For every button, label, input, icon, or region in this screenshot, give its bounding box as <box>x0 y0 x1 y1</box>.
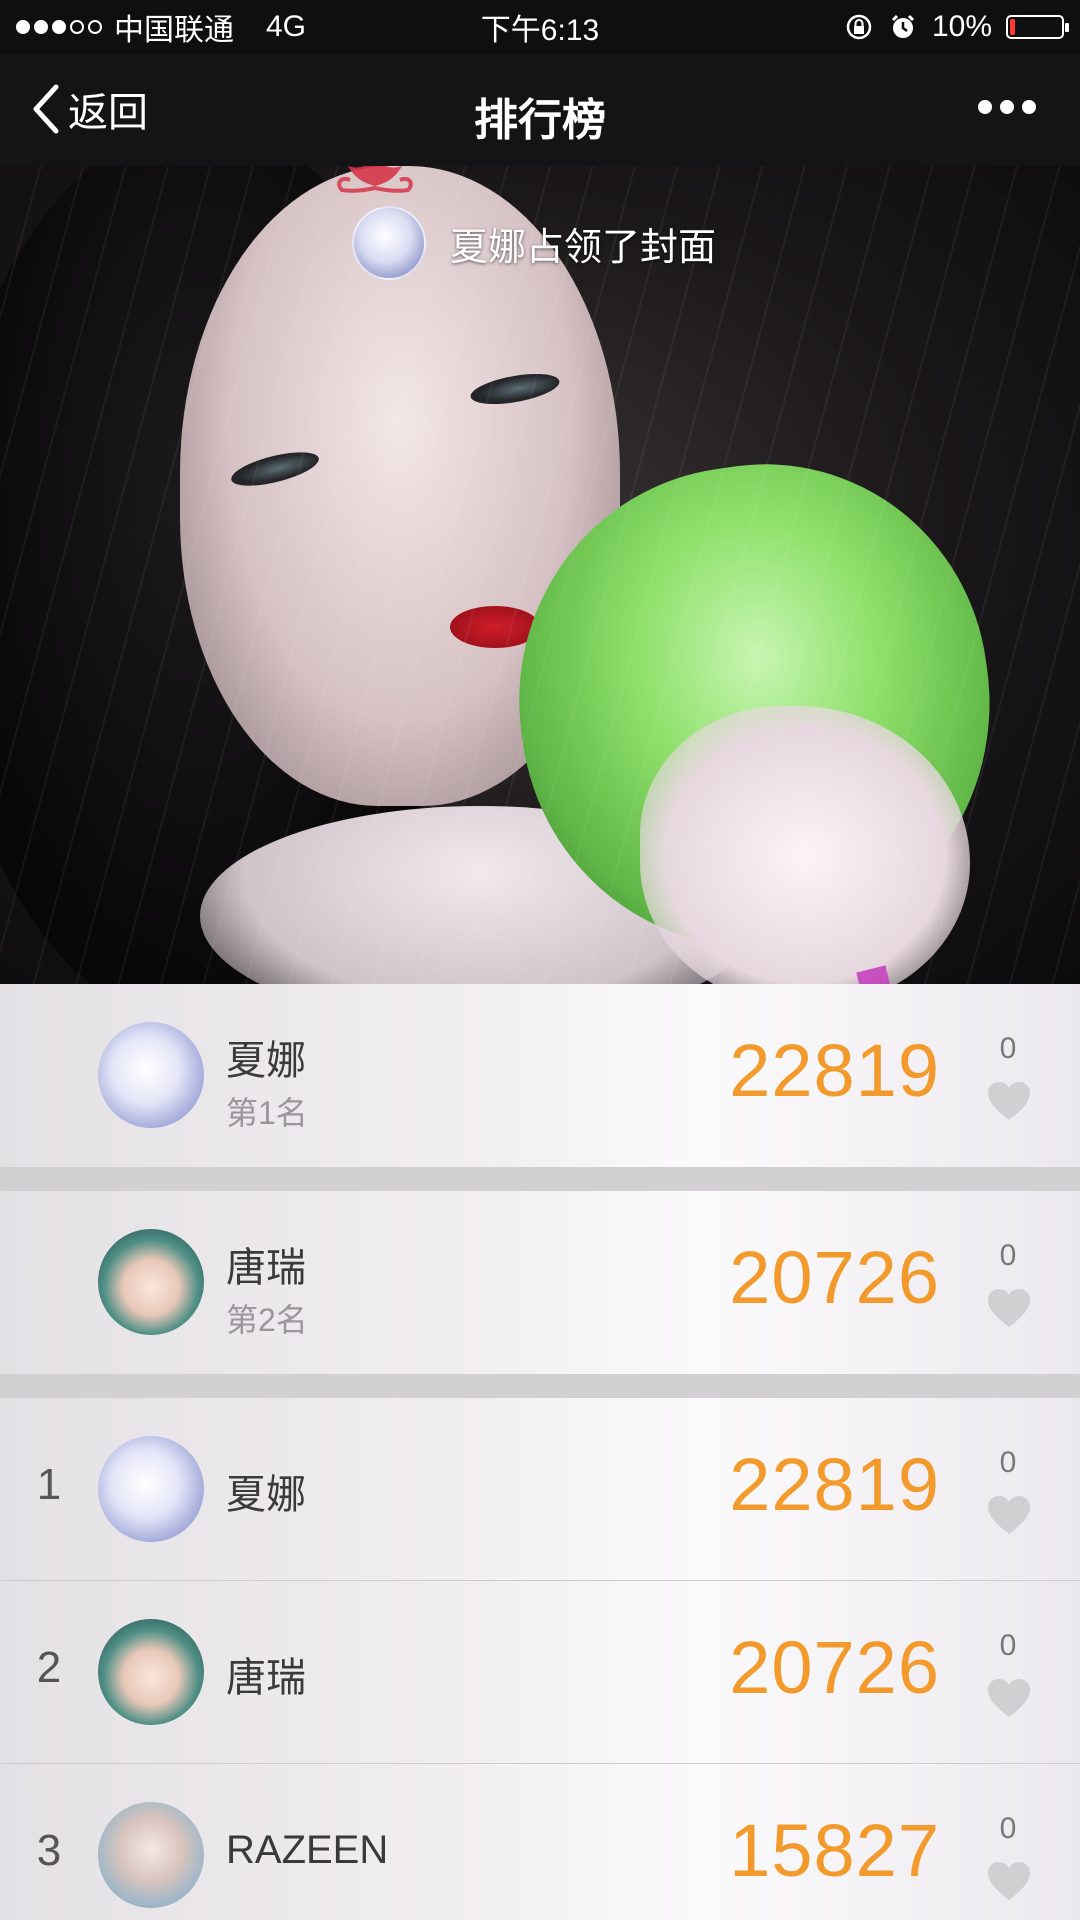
like-count: 0 <box>999 1032 1017 1065</box>
heart-icon[interactable] <box>986 1677 1032 1719</box>
like-count: 0 <box>999 1446 1017 1479</box>
cover-owner-text: 夏娜占领了封面 <box>450 226 717 269</box>
status-right: 10% <box>844 10 1069 44</box>
rank-number: 3 <box>36 1826 62 1875</box>
rank-list: 夏娜 第1名 22819 0 唐瑞 第2名 20726 0 1 夏娜 22819… <box>0 984 1080 1920</box>
section-divider <box>0 1167 1080 1191</box>
score: 20726 <box>729 1626 940 1709</box>
like-count: 0 <box>999 1239 1017 1272</box>
page-title: 排行榜 <box>474 96 606 145</box>
heart-icon[interactable] <box>986 1080 1032 1122</box>
more-button[interactable] <box>978 100 1036 114</box>
signal-icon <box>16 20 102 34</box>
crown-icon <box>337 166 413 193</box>
user-name: 夏娜 <box>226 1039 306 1083</box>
leaderboard-row[interactable]: 2 唐瑞 20726 0 <box>0 1581 1080 1764</box>
more-dot <box>1022 100 1036 114</box>
more-dot <box>1000 100 1014 114</box>
heart-icon[interactable] <box>986 1287 1032 1329</box>
user-name: RAZEEN <box>226 1828 389 1872</box>
battery-label: 10% <box>931 10 992 43</box>
cover-image[interactable]: 夏娜占领了封面 <box>0 166 1080 984</box>
avatar[interactable] <box>98 1436 204 1542</box>
battery-icon <box>1006 15 1069 39</box>
status-bar: 中国联通 4G 下午6:13 10% <box>0 0 1080 54</box>
top-rank-row[interactable]: 夏娜 第1名 22819 0 <box>0 984 1080 1167</box>
top-rank-row[interactable]: 唐瑞 第2名 20726 0 <box>0 1191 1080 1374</box>
cover-rain-overlay <box>0 166 1080 984</box>
score: 22819 <box>729 1443 940 1526</box>
like-count: 0 <box>999 1812 1017 1845</box>
status-left: 中国联通 4G <box>16 5 306 49</box>
score: 15827 <box>729 1809 940 1892</box>
avatar[interactable] <box>98 1619 204 1725</box>
section-divider <box>0 1374 1080 1398</box>
user-name: 唐瑞 <box>226 1246 306 1290</box>
more-dot <box>978 100 992 114</box>
user-name: 夏娜 <box>226 1473 306 1517</box>
user-name: 唐瑞 <box>226 1656 306 1700</box>
score: 22819 <box>729 1029 940 1112</box>
battery-fill <box>1010 19 1015 35</box>
heart-icon[interactable] <box>986 1860 1032 1902</box>
alarm-icon <box>891 14 915 38</box>
cover-owner: 夏娜占领了封面 <box>352 206 716 280</box>
rank-number: 2 <box>36 1643 62 1692</box>
avatar[interactable] <box>98 1229 204 1335</box>
score: 20726 <box>729 1236 940 1319</box>
nav-bar: 返回 排行榜 <box>0 54 1080 166</box>
rank-number: 1 <box>36 1460 62 1509</box>
avatar[interactable] <box>98 1802 204 1908</box>
avatar[interactable] <box>98 1022 204 1128</box>
rotation-lock-icon <box>846 14 872 40</box>
leaderboard-row[interactable]: 3 RAZEEN 15827 0 <box>0 1764 1080 1920</box>
leaderboard-row[interactable]: 1 夏娜 22819 0 <box>0 1398 1080 1581</box>
rank-label: 第2名 <box>226 1302 308 1338</box>
rank-label: 第1名 <box>226 1095 308 1131</box>
heart-icon[interactable] <box>986 1494 1032 1536</box>
carrier-label: 中国联通 <box>114 14 234 47</box>
network-label: 4G <box>266 10 307 43</box>
like-count: 0 <box>999 1629 1017 1662</box>
cover-owner-avatar[interactable] <box>352 206 426 280</box>
